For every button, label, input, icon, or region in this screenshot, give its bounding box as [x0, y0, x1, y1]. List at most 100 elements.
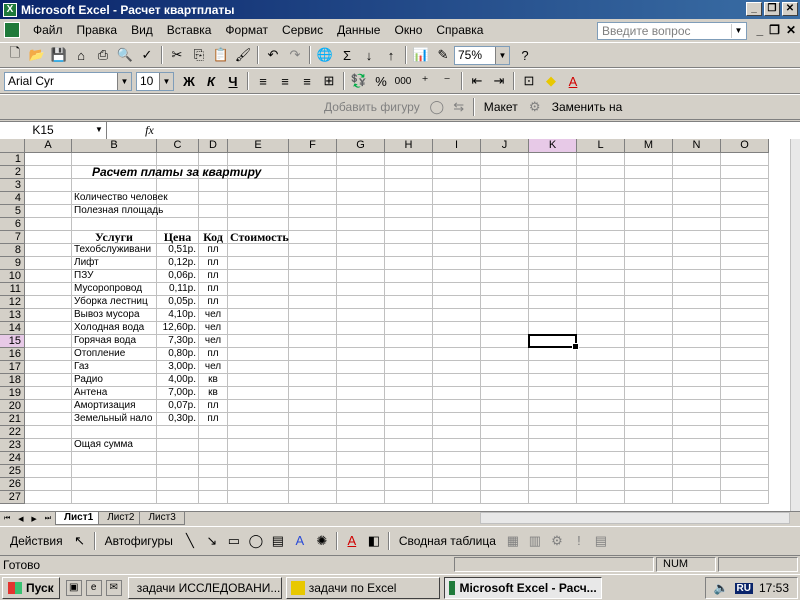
cell-o10[interactable] — [721, 270, 769, 283]
cell-m3[interactable] — [625, 179, 673, 192]
row-header[interactable]: 9 — [0, 257, 25, 270]
cell-j21[interactable] — [481, 413, 529, 426]
row-header[interactable]: 18 — [0, 374, 25, 387]
cell-d12[interactable]: пл — [199, 296, 228, 309]
cell-l5[interactable] — [577, 205, 625, 218]
cell-o14[interactable] — [721, 322, 769, 335]
volume-icon[interactable]: 🔈 — [714, 581, 729, 595]
cell-n11[interactable] — [673, 283, 721, 296]
cell-d4[interactable] — [199, 192, 228, 205]
cell-o11[interactable] — [721, 283, 769, 296]
align-right-icon[interactable]: ≡ — [296, 70, 318, 92]
cell-l23[interactable] — [577, 439, 625, 452]
cell-l17[interactable] — [577, 361, 625, 374]
cell-c23[interactable] — [157, 439, 199, 452]
cell-e24[interactable] — [228, 452, 289, 465]
doc-minimize-button[interactable]: _ — [756, 23, 763, 37]
column-header-d[interactable]: D — [199, 139, 228, 153]
cell-o8[interactable] — [721, 244, 769, 257]
cell-m21[interactable] — [625, 413, 673, 426]
chevron-down-icon[interactable]: ▼ — [495, 46, 509, 64]
rectangle-icon[interactable]: ▭ — [223, 530, 245, 552]
cell-l25[interactable] — [577, 465, 625, 478]
cell-d13[interactable]: чел — [199, 309, 228, 322]
cell-b15[interactable]: Горячая вода — [72, 335, 157, 348]
merge-center-icon[interactable]: ⊞ — [318, 70, 340, 92]
cell-b24[interactable] — [72, 452, 157, 465]
cell-e10[interactable] — [228, 270, 289, 283]
cell-l12[interactable] — [577, 296, 625, 309]
cell-f13[interactable] — [289, 309, 337, 322]
pivot-table-menu[interactable]: Сводная таблица — [393, 534, 502, 548]
cell-n19[interactable] — [673, 387, 721, 400]
cell-a9[interactable] — [25, 257, 72, 270]
column-header-g[interactable]: G — [337, 139, 385, 153]
cell-k1[interactable] — [529, 153, 577, 166]
cell-e26[interactable] — [228, 478, 289, 491]
cell-o9[interactable] — [721, 257, 769, 270]
cell-b17[interactable]: Газ — [72, 361, 157, 374]
cell-g25[interactable] — [337, 465, 385, 478]
cell-i27[interactable] — [433, 491, 481, 504]
cell-k3[interactable] — [529, 179, 577, 192]
cell-k24[interactable] — [529, 452, 577, 465]
row-header[interactable]: 3 — [0, 179, 25, 192]
cell-a5[interactable] — [25, 205, 72, 218]
cell-c12[interactable]: 0,05р. — [157, 296, 199, 309]
cell-j15[interactable] — [481, 335, 529, 348]
cell-g22[interactable] — [337, 426, 385, 439]
cell-e7[interactable]: Стоимость — [228, 231, 289, 244]
autoshapes-menu[interactable]: Автофигуры — [99, 534, 179, 548]
cell-m25[interactable] — [625, 465, 673, 478]
cell-o27[interactable] — [721, 491, 769, 504]
cell-j19[interactable] — [481, 387, 529, 400]
cell-g11[interactable] — [337, 283, 385, 296]
arrow-icon[interactable]: ↘ — [201, 530, 223, 552]
row-header[interactable]: 8 — [0, 244, 25, 257]
cell-n3[interactable] — [673, 179, 721, 192]
cell-n21[interactable] — [673, 413, 721, 426]
decrease-decimal-icon[interactable]: ⁻ — [436, 70, 458, 92]
cell-i6[interactable] — [433, 218, 481, 231]
cell-a19[interactable] — [25, 387, 72, 400]
row-header[interactable]: 27 — [0, 491, 25, 504]
cell-c5[interactable] — [157, 205, 199, 218]
cell-o4[interactable] — [721, 192, 769, 205]
cell-h22[interactable] — [385, 426, 433, 439]
row-header[interactable]: 11 — [0, 283, 25, 296]
column-header-k[interactable]: K — [529, 139, 577, 153]
autosum-icon[interactable]: Σ — [336, 44, 358, 66]
cell-j9[interactable] — [481, 257, 529, 270]
formula-input[interactable] — [162, 122, 800, 139]
cell-o21[interactable] — [721, 413, 769, 426]
italic-button[interactable]: К — [200, 70, 222, 92]
cell-k12[interactable] — [529, 296, 577, 309]
wordart-icon[interactable]: A — [289, 530, 311, 552]
cell-i13[interactable] — [433, 309, 481, 322]
cell-d9[interactable]: пл — [199, 257, 228, 270]
language-indicator[interactable]: RU — [734, 582, 753, 594]
cell-b27[interactable] — [72, 491, 157, 504]
sheet-tab-1[interactable]: Лист1 — [55, 512, 103, 525]
cell-g15[interactable] — [337, 335, 385, 348]
cell-k17[interactable] — [529, 361, 577, 374]
cell-k6[interactable] — [529, 218, 577, 231]
cell-b20[interactable]: Амортизация — [72, 400, 157, 413]
cell-o25[interactable] — [721, 465, 769, 478]
select-objects-icon[interactable]: ↖ — [69, 530, 91, 552]
help-icon[interactable]: ? — [514, 44, 536, 66]
row-header[interactable]: 7 — [0, 231, 25, 244]
cell-h27[interactable] — [385, 491, 433, 504]
cell-e20[interactable] — [228, 400, 289, 413]
new-document-icon[interactable]: 🗋 — [4, 44, 26, 66]
column-header-o[interactable]: O — [721, 139, 769, 153]
cell-m12[interactable] — [625, 296, 673, 309]
cell-a13[interactable] — [25, 309, 72, 322]
cell-n20[interactable] — [673, 400, 721, 413]
chevron-down-icon[interactable]: ▼ — [92, 122, 106, 138]
cell-c15[interactable]: 7,30р. — [157, 335, 199, 348]
pivot-list-icon[interactable]: ▤ — [590, 530, 612, 552]
menu-file[interactable]: Файл — [26, 20, 70, 40]
cell-m24[interactable] — [625, 452, 673, 465]
cell-g27[interactable] — [337, 491, 385, 504]
